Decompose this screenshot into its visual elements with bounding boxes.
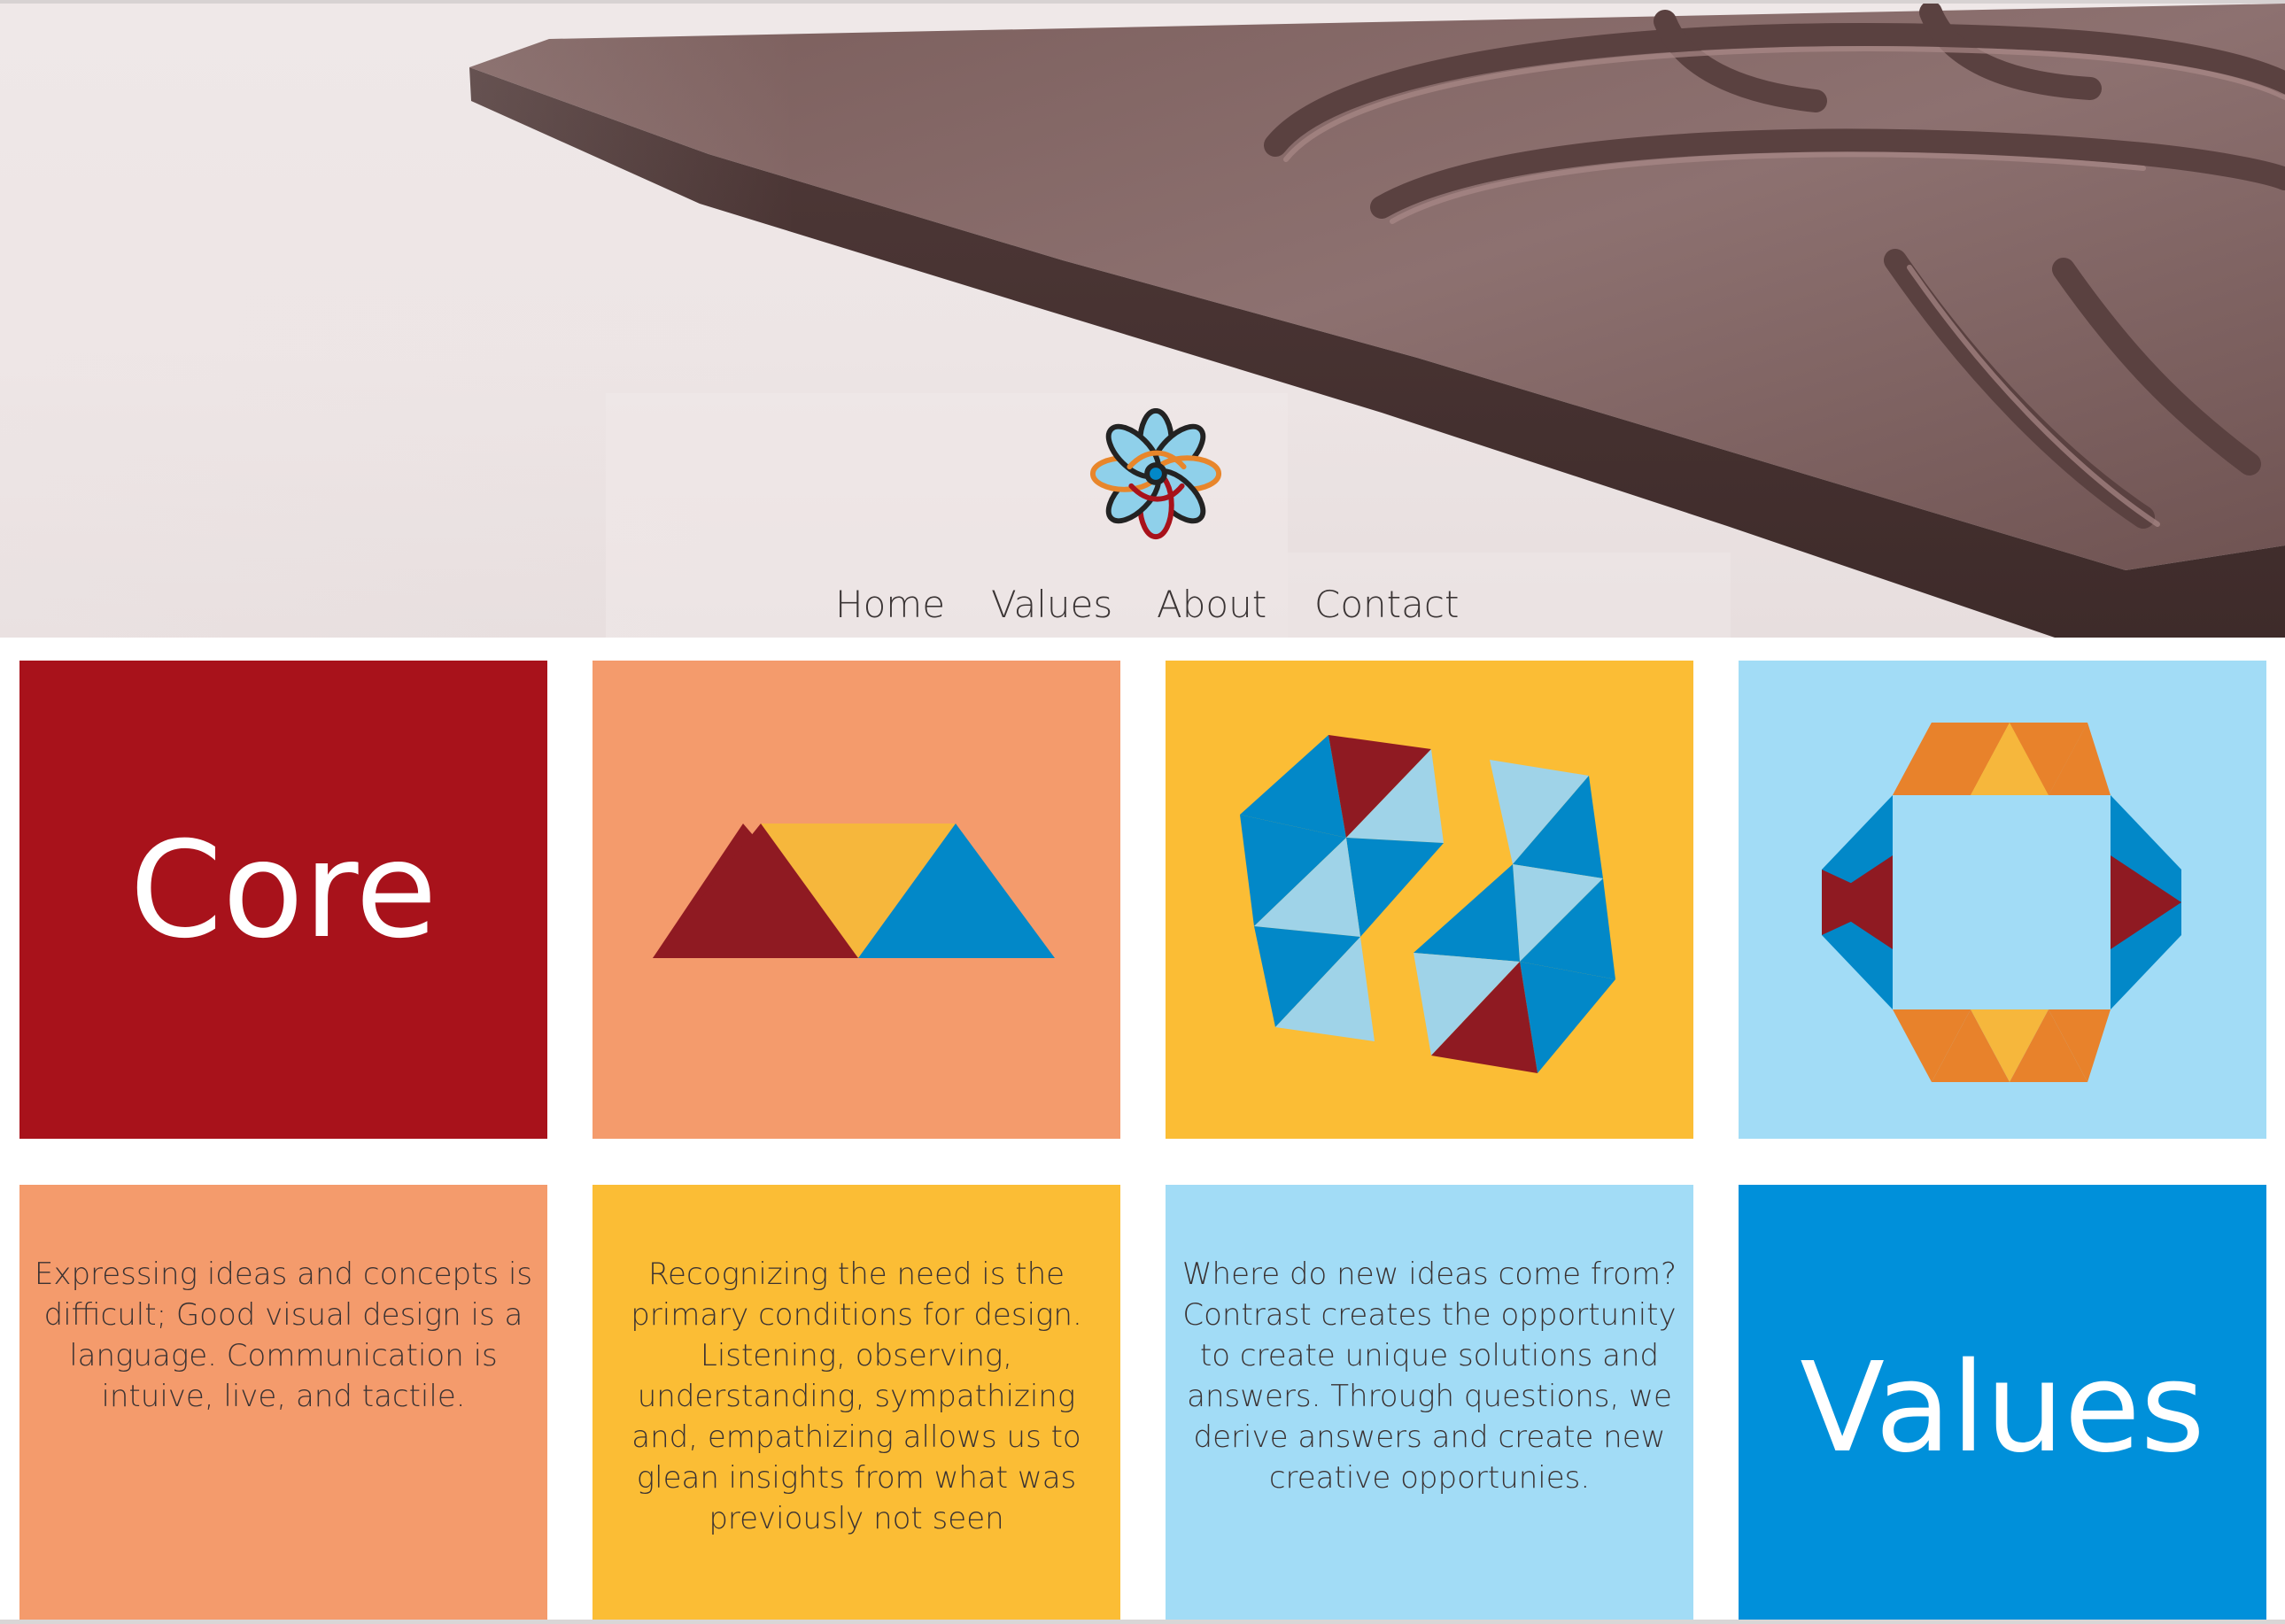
main-nav: Home Values About Contact [0, 577, 2285, 632]
nav-link-contact[interactable]: Contact [1314, 577, 1459, 632]
tile-interlock-graphic[interactable] [1166, 661, 1693, 1139]
nav-link-values[interactable]: Values [991, 577, 1112, 632]
tile-triangle-graphic[interactable] [593, 661, 1120, 1139]
bottom-divider [0, 1620, 2285, 1624]
page: Home Values About Contact Core Expressin… [0, 0, 2285, 1624]
tile-octagon-graphic[interactable] [1739, 661, 2266, 1139]
flower-knot-logo-icon[interactable] [1086, 404, 1226, 544]
hero-banner: Home Values About Contact [0, 4, 2285, 638]
tile-new-ideas-text: Where do new ideas come from? Contrast c… [1181, 1257, 1677, 1496]
interlocking-triangles-graphic-icon [1240, 735, 1615, 1073]
triangle-trio-graphic-icon [653, 824, 1055, 958]
nav-link-about[interactable]: About [1157, 577, 1266, 632]
tile-values-title: Values [1800, 1336, 2205, 1481]
tile-core[interactable]: Core [19, 661, 547, 1139]
tile-new-ideas[interactable]: Where do new ideas come from? Contrast c… [1166, 1185, 1693, 1624]
tile-core-title: Core [129, 814, 438, 968]
tile-recognizing-text: Recognizing the need is the primary cond… [631, 1257, 1082, 1536]
octagon-frame-graphic-icon [1822, 723, 2181, 1082]
nav-link-home[interactable]: Home [835, 577, 945, 632]
tile-expressing[interactable]: Expressing ideas and concepts is difficu… [19, 1185, 547, 1624]
tile-values[interactable]: Values [1739, 1185, 2266, 1624]
tile-recognizing[interactable]: Recognizing the need is the primary cond… [593, 1185, 1120, 1624]
tile-expressing-text: Expressing ideas and concepts is difficu… [34, 1257, 533, 1414]
